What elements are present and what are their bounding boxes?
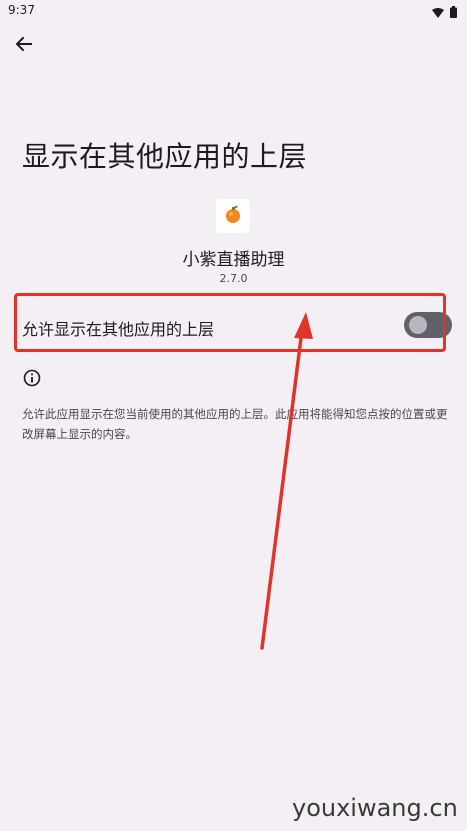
allow-overlay-switch[interactable] [404,312,452,338]
allow-overlay-setting-row[interactable]: 允许显示在其他应用的上层 [14,294,452,352]
status-icons [432,3,457,22]
status-bar: 9:37 [0,0,467,22]
status-time: 9:37 [8,3,35,17]
orange-icon [223,204,243,228]
page-title: 显示在其他应用的上层 [22,139,308,173]
permission-description: 允许此应用显示在您当前使用的其他应用的上层。此应用将能得知您点按的位置或更改屏幕… [22,407,448,441]
switch-thumb [409,316,427,334]
back-button[interactable] [10,32,38,60]
screen: 9:37 显示在其他应用的上层 小紫直播助理 2.7.0 允许显示在其他应用的上… [0,0,467,831]
app-icon [216,199,250,233]
battery-icon [450,3,457,22]
app-version: 2.7.0 [219,272,248,285]
arrow-left-icon [15,35,33,57]
wifi-icon [432,3,444,22]
info-icon [22,368,42,388]
app-name: 小紫直播助理 [182,250,285,270]
allow-overlay-label: 允许显示在其他应用的上层 [22,320,215,339]
watermark-text: youxiwang.cn [292,794,458,822]
